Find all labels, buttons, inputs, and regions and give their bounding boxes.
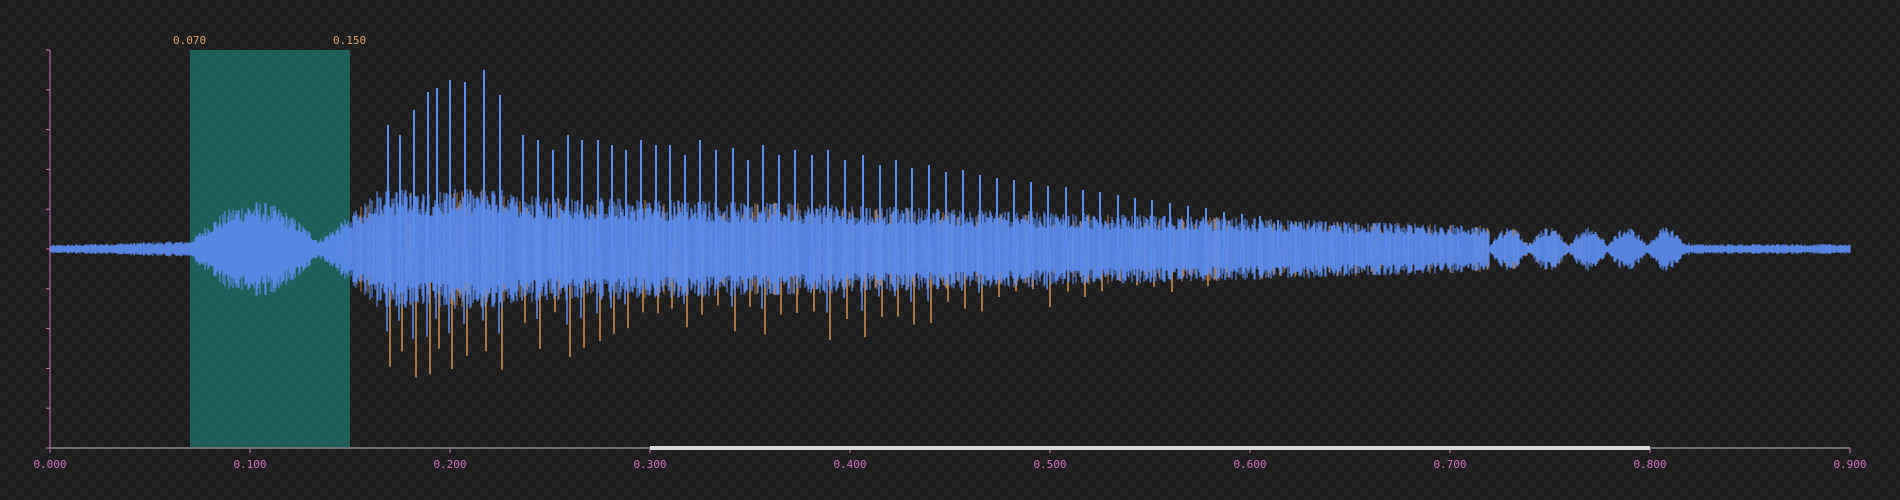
x-tick-label: 0.600 — [1233, 458, 1266, 471]
x-tick-label: 0.400 — [833, 458, 866, 471]
x-tick-label: 0.300 — [633, 458, 666, 471]
x-tick-label: 0.800 — [1633, 458, 1666, 471]
x-tick-label: 0.100 — [233, 458, 266, 471]
x-tick-label: 0.900 — [1833, 458, 1866, 471]
x-tick-label: 0.000 — [33, 458, 66, 471]
selection-end-label: 0.150 — [333, 34, 366, 47]
scrollbar-thumb[interactable] — [650, 446, 1650, 450]
x-tick-label: 0.500 — [1033, 458, 1066, 471]
x-tick-label: 0.700 — [1433, 458, 1466, 471]
waveform-view[interactable]: 0.000 0.100 0.200 0.300 0.400 0.500 0.600 0.700… — [0, 0, 1900, 500]
selection-start-label: 0.070 — [173, 34, 206, 47]
x-tick-label: 0.200 — [433, 458, 466, 471]
